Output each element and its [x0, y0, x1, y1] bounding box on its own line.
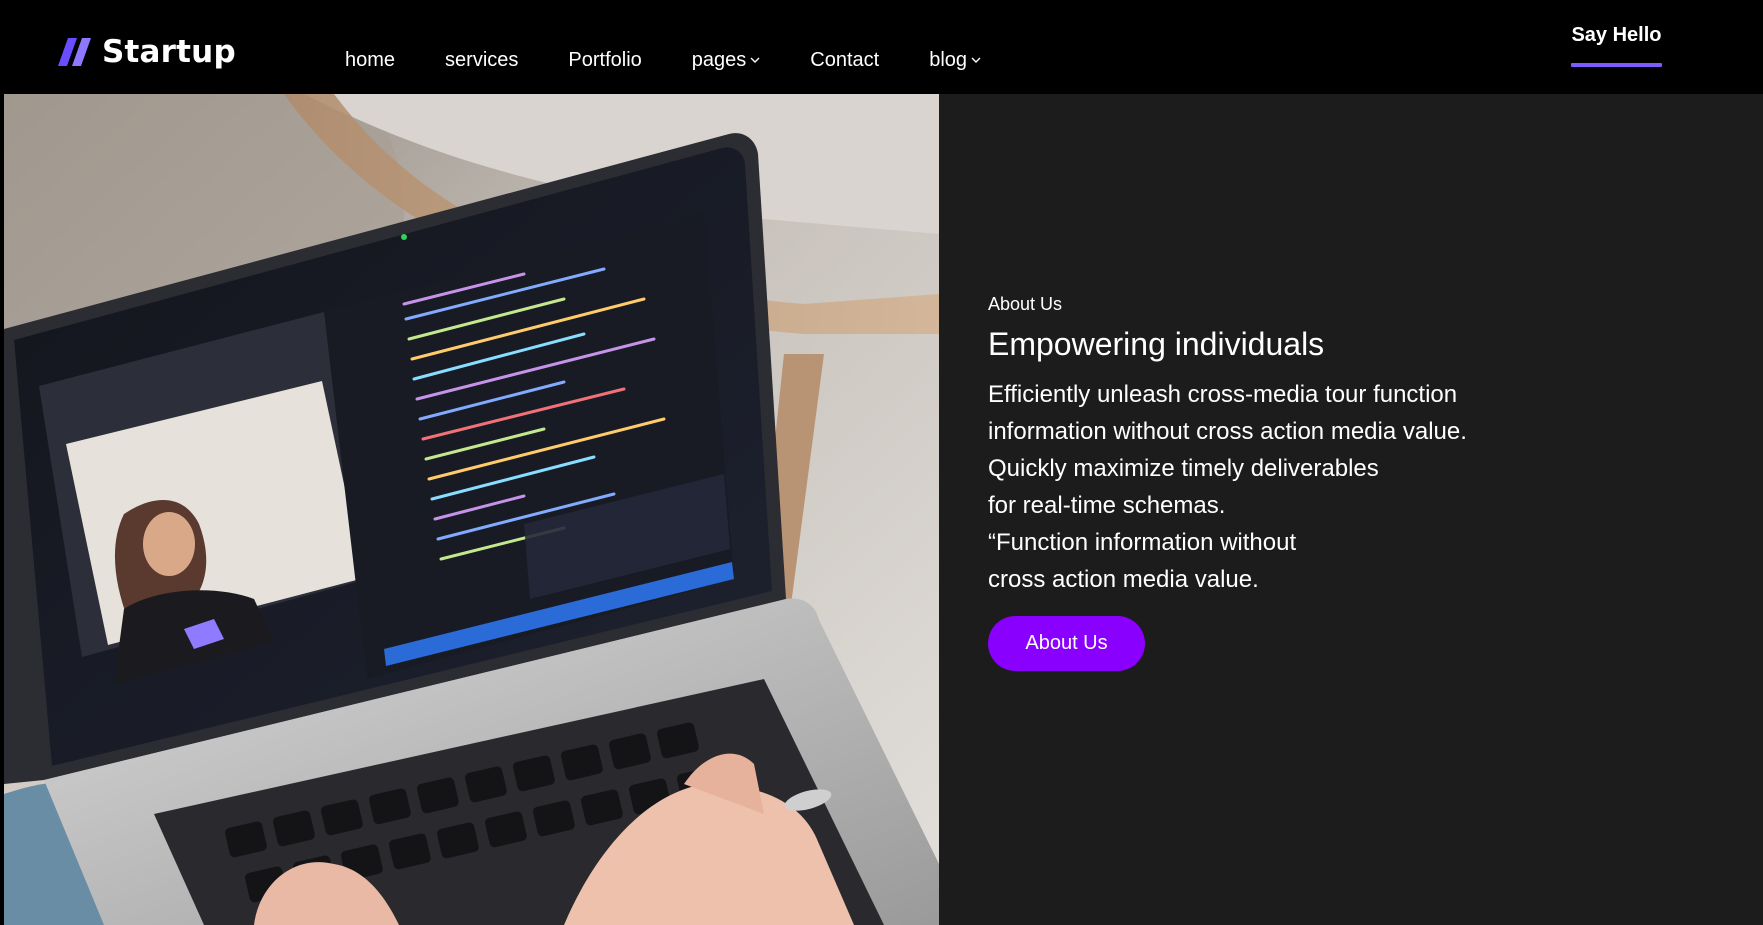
body-line: Efficiently unleash cross-media tour fun…: [988, 381, 1458, 408]
chevron-down-icon: [971, 57, 981, 63]
body-line: for real-time schemas.: [988, 492, 1226, 519]
hero-photo: [4, 94, 939, 925]
nav-item-contact[interactable]: Contact: [810, 49, 879, 72]
nav-item-home[interactable]: home: [345, 49, 395, 72]
nav-item-label: Portfolio: [568, 48, 642, 71]
nav-item-pages[interactable]: pages: [692, 49, 761, 72]
nav-item-label: home: [345, 48, 396, 71]
top-navbar: Startup home services Portfolio pages Co…: [0, 0, 1763, 94]
page: Startup home services Portfolio pages Co…: [0, 0, 1763, 925]
about-us-button[interactable]: About Us: [988, 616, 1145, 671]
nav-item-services[interactable]: services: [445, 49, 518, 72]
body-line: “Function information without: [988, 529, 1297, 556]
nav-item-label: services: [445, 48, 519, 71]
main-nav-menu: home services Portfolio pages Contact bl…: [345, 47, 1031, 73]
nav-item-label: pages: [691, 48, 747, 71]
nav-item-label: Contact: [810, 48, 880, 71]
slash-logo-icon: [58, 38, 91, 66]
laptop-photo-illustration: [4, 94, 939, 925]
section-eyebrow: About Us: [988, 294, 1063, 314]
body-line: Quickly maximize timely deliverables: [988, 455, 1379, 482]
nav-item-portfolio[interactable]: Portfolio: [568, 49, 641, 72]
say-hello-underline: [1571, 63, 1662, 67]
brand-name: Startup: [102, 34, 236, 70]
brand-logo[interactable]: Startup: [58, 32, 236, 72]
about-panel: About Us Empowering individuals Efficien…: [939, 94, 1763, 925]
chevron-down-icon: [750, 57, 760, 63]
body-line: cross action media value.: [988, 566, 1259, 593]
hero-section: About Us Empowering individuals Efficien…: [0, 94, 1763, 925]
body-line: information without cross action media v…: [988, 418, 1467, 445]
say-hello-button[interactable]: Say Hello: [1571, 24, 1662, 68]
nav-item-blog[interactable]: blog: [929, 49, 981, 72]
nav-item-label: blog: [929, 48, 968, 71]
hero-headline: Empowering individuals: [988, 326, 1325, 362]
hero-body-copy: Efficiently unleash cross-media tour fun…: [988, 376, 1548, 598]
